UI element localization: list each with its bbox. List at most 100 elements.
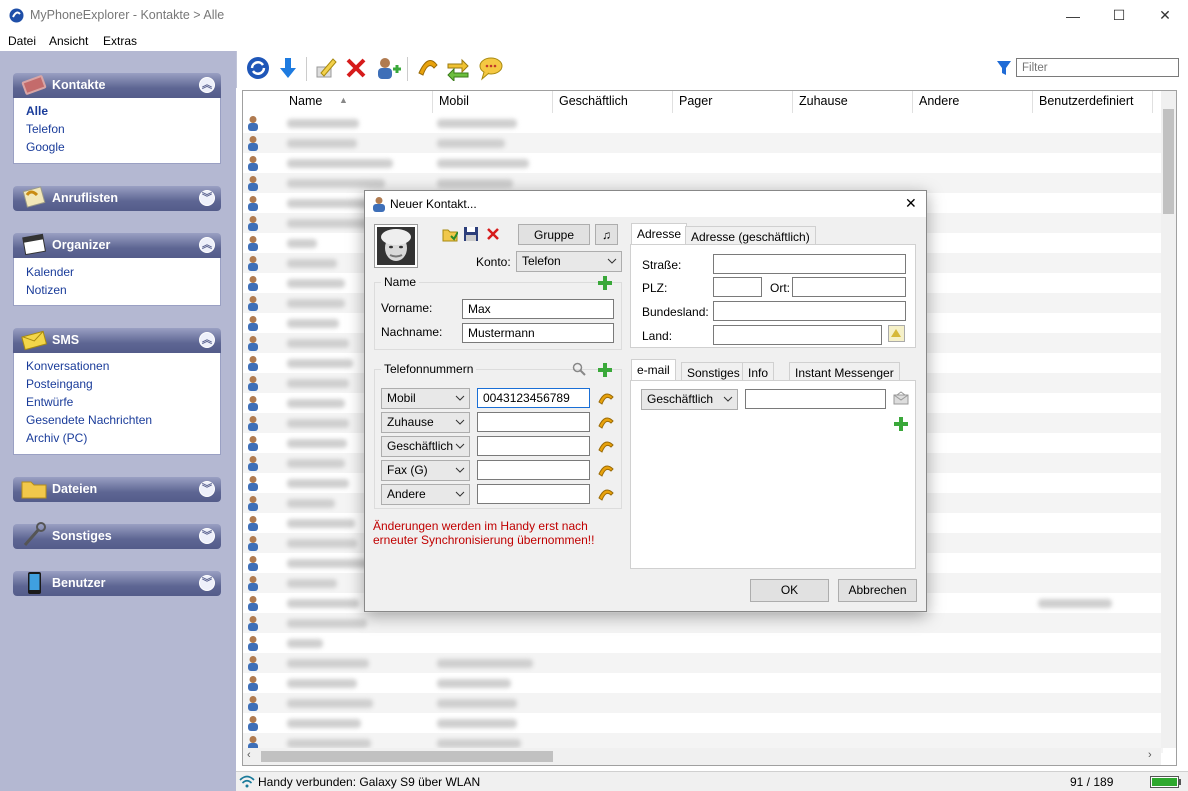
column-header-geschaeftlich[interactable]: Geschäftlich <box>553 91 673 113</box>
sidebar-item-telefon[interactable]: Telefon <box>26 122 65 136</box>
sidebar-item-archiv[interactable]: Archiv (PC) <box>26 431 87 445</box>
scroll-left-icon[interactable]: ‹ <box>247 749 251 761</box>
phone-call-icon[interactable] <box>415 55 441 81</box>
send-email-icon[interactable] <box>893 391 909 405</box>
sidebar-group-dateien[interactable]: Dateien ︾ <box>13 477 221 502</box>
horizontal-scrollbar[interactable]: ‹ › <box>243 748 1161 765</box>
phone-type-select[interactable]: Andere <box>381 484 470 505</box>
search-icon[interactable] <box>572 362 586 376</box>
table-row[interactable] <box>243 153 1163 173</box>
sidebar-item-notizen[interactable]: Notizen <box>26 283 67 297</box>
minimize-button[interactable]: — <box>1050 0 1096 31</box>
vertical-scrollbar[interactable] <box>1161 91 1176 748</box>
phone-call-icon[interactable] <box>597 415 615 429</box>
table-row[interactable] <box>243 613 1163 633</box>
tab-instant-messenger[interactable]: Instant Messenger <box>789 362 900 381</box>
download-arrow-icon[interactable] <box>275 55 301 81</box>
edit-pencil-icon[interactable] <box>313 55 339 81</box>
delete-icon[interactable] <box>343 55 369 81</box>
scroll-thumb[interactable] <box>1163 109 1174 214</box>
tab-adresse[interactable]: Adresse <box>631 223 688 245</box>
account-select[interactable]: Telefon <box>516 251 622 272</box>
sync-icon[interactable] <box>245 55 271 81</box>
transfer-arrows-icon[interactable] <box>445 55 471 81</box>
table-row[interactable] <box>243 633 1163 653</box>
column-header-mobil[interactable]: Mobil <box>433 91 553 113</box>
sidebar-item-gesendete[interactable]: Gesendete Nachrichten <box>26 413 152 427</box>
phone-call-icon[interactable] <box>597 463 615 477</box>
column-header-andere[interactable]: Andere <box>913 91 1033 113</box>
expand-icon[interactable]: ︾ <box>199 190 215 206</box>
phone-number-input[interactable] <box>477 412 590 432</box>
sidebar-item-alle[interactable]: Alle <box>26 104 48 118</box>
table-row[interactable] <box>243 133 1163 153</box>
email-input[interactable] <box>745 389 886 409</box>
collapse-icon[interactable]: ︽ <box>199 332 215 348</box>
phone-type-select[interactable]: Mobil <box>381 388 470 409</box>
country-input[interactable] <box>713 325 882 345</box>
scroll-right-icon[interactable]: › <box>1148 749 1152 761</box>
country-picker-icon[interactable] <box>888 325 905 342</box>
scroll-thumb[interactable] <box>261 751 553 762</box>
zip-input[interactable] <box>713 277 762 297</box>
sidebar-group-kontakte[interactable]: Kontakte ︽ <box>13 73 221 98</box>
sidebar-item-konversationen[interactable]: Konversationen <box>26 359 109 373</box>
first-name-input[interactable]: Max <box>462 299 614 319</box>
chat-bubble-icon[interactable] <box>477 55 503 81</box>
sidebar-item-posteingang[interactable]: Posteingang <box>26 377 93 391</box>
remove-photo-icon[interactable] <box>486 227 500 241</box>
filter-funnel-icon[interactable] <box>996 59 1012 77</box>
collapse-icon[interactable]: ︽ <box>199 77 215 93</box>
phone-type-select[interactable]: Zuhause <box>381 412 470 433</box>
menu-datei[interactable]: Datei <box>8 34 36 48</box>
phone-number-input[interactable] <box>477 436 590 456</box>
maximize-button[interactable]: ☐ <box>1096 0 1142 31</box>
tab-email[interactable]: e-mail <box>631 359 676 381</box>
table-row[interactable] <box>243 713 1163 733</box>
email-type-select[interactable]: Geschäftlich <box>641 389 738 410</box>
sidebar-item-entwuerfe[interactable]: Entwürfe <box>26 395 73 409</box>
street-input[interactable] <box>713 254 906 274</box>
phone-call-icon[interactable] <box>597 439 615 453</box>
phone-number-input[interactable]: 0043123456789 <box>477 388 590 408</box>
last-name-input[interactable]: Mustermann <box>462 323 614 343</box>
column-header-benutzerdefiniert[interactable]: Benutzerdefiniert <box>1033 91 1153 113</box>
phone-number-input[interactable] <box>477 460 590 480</box>
phone-number-input[interactable] <box>477 484 590 504</box>
sidebar-group-benutzer[interactable]: Benutzer ︾ <box>13 571 221 596</box>
table-row[interactable] <box>243 113 1163 133</box>
phone-type-select[interactable]: Geschäftlich <box>381 436 470 457</box>
table-row[interactable] <box>243 693 1163 713</box>
contact-photo[interactable] <box>374 224 418 268</box>
group-button[interactable]: Gruppe <box>518 224 590 245</box>
table-row[interactable] <box>243 673 1163 693</box>
add-name-field-icon[interactable] <box>597 275 613 291</box>
phone-call-icon[interactable] <box>597 487 615 501</box>
close-window-button[interactable]: ✕ <box>1142 0 1188 31</box>
sidebar-group-organizer[interactable]: Organizer ︽ <box>13 233 221 258</box>
sidebar-group-sms[interactable]: SMS ︽ <box>13 328 221 353</box>
state-input[interactable] <box>713 301 906 321</box>
column-header-pager[interactable]: Pager <box>673 91 793 113</box>
phone-call-icon[interactable] <box>597 391 615 405</box>
add-email-icon[interactable] <box>893 416 909 432</box>
tab-adresse-geschaeftlich[interactable]: Adresse (geschäftlich) <box>685 226 816 245</box>
table-row[interactable] <box>243 653 1163 673</box>
save-disk-icon[interactable] <box>463 226 479 242</box>
expand-icon[interactable]: ︾ <box>199 528 215 544</box>
load-photo-icon[interactable] <box>442 226 458 242</box>
column-header-name[interactable]: Name ▲ <box>283 91 433 113</box>
cancel-button[interactable]: Abbrechen <box>838 579 917 602</box>
phone-type-select[interactable]: Fax (G) <box>381 460 470 481</box>
filter-input[interactable] <box>1016 58 1179 77</box>
add-contact-icon[interactable] <box>375 55 401 81</box>
menu-ansicht[interactable]: Ansicht <box>49 34 88 48</box>
sidebar-item-google[interactable]: Google <box>26 140 65 154</box>
ok-button[interactable]: OK <box>750 579 829 602</box>
collapse-icon[interactable]: ︽ <box>199 237 215 253</box>
add-phone-icon[interactable] <box>597 362 613 378</box>
menu-extras[interactable]: Extras <box>103 34 137 48</box>
expand-icon[interactable]: ︾ <box>199 575 215 591</box>
city-input[interactable] <box>792 277 906 297</box>
ringtone-button[interactable]: ♫ <box>595 224 618 245</box>
